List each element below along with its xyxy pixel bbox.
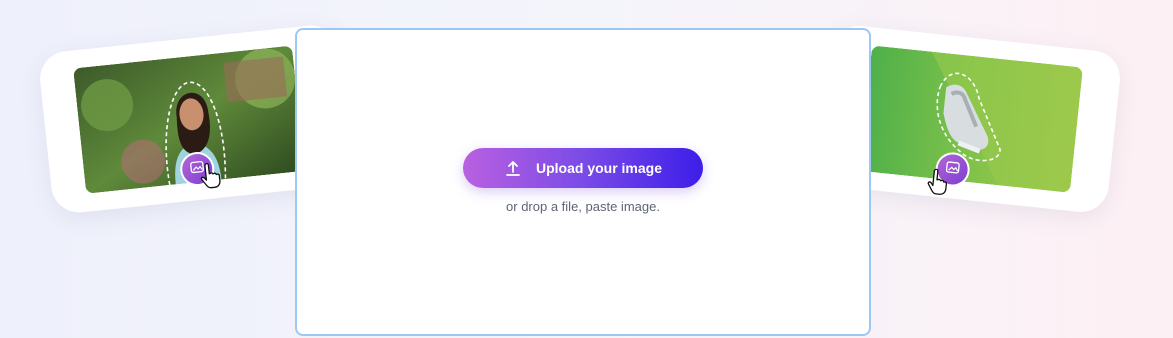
drop-hint-text: or drop a file, paste image. [506, 199, 660, 214]
upload-dropzone[interactable]: Upload your image or drop a file, paste … [295, 28, 871, 336]
upload-image-button[interactable]: Upload your image [463, 148, 703, 188]
example-image-sneaker [858, 45, 1083, 193]
hand-cursor-icon [924, 168, 949, 201]
upload-button-label: Upload your image [535, 160, 663, 176]
hand-cursor-icon [198, 162, 223, 195]
upload-icon [504, 159, 522, 177]
